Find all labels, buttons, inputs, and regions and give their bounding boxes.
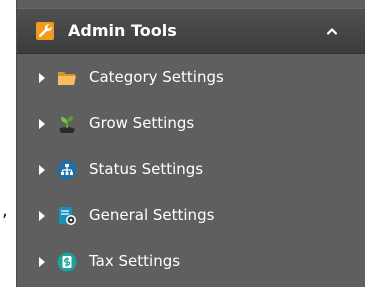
menu-item-tax-settings[interactable]: Tax Settings [17, 240, 365, 286]
admin-tools-menu: Category Settings Grow Settings Status S… [17, 56, 365, 286]
menu-item-label: Category Settings [89, 68, 224, 86]
menu-item-category-settings[interactable]: Category Settings [17, 56, 365, 102]
sprout-icon [57, 114, 77, 134]
admin-tools-panel: Admin Tools Category Settings Grow Setti… [16, 0, 365, 287]
panel-title: Admin Tools [68, 21, 177, 40]
wrench-icon [36, 22, 54, 40]
dollar-icon [57, 252, 77, 272]
stray-text: , [2, 200, 8, 221]
caret-right-icon[interactable] [39, 73, 45, 83]
caret-right-icon[interactable] [39, 119, 45, 129]
menu-item-label: Grow Settings [89, 114, 195, 132]
folder-icon [57, 68, 77, 88]
menu-item-grow-settings[interactable]: Grow Settings [17, 102, 365, 148]
menu-item-label: Status Settings [89, 160, 204, 178]
chevron-up-icon[interactable] [320, 21, 344, 41]
hierarchy-icon [57, 160, 77, 180]
caret-right-icon[interactable] [39, 257, 45, 267]
menu-item-label: General Settings [89, 206, 215, 224]
menu-item-general-settings[interactable]: General Settings [17, 194, 365, 240]
document-gear-icon [57, 206, 77, 226]
caret-right-icon[interactable] [39, 165, 45, 175]
admin-tools-header[interactable]: Admin Tools [17, 8, 365, 54]
caret-right-icon[interactable] [39, 211, 45, 221]
menu-item-label: Tax Settings [89, 252, 181, 270]
menu-item-status-settings[interactable]: Status Settings [17, 148, 365, 194]
